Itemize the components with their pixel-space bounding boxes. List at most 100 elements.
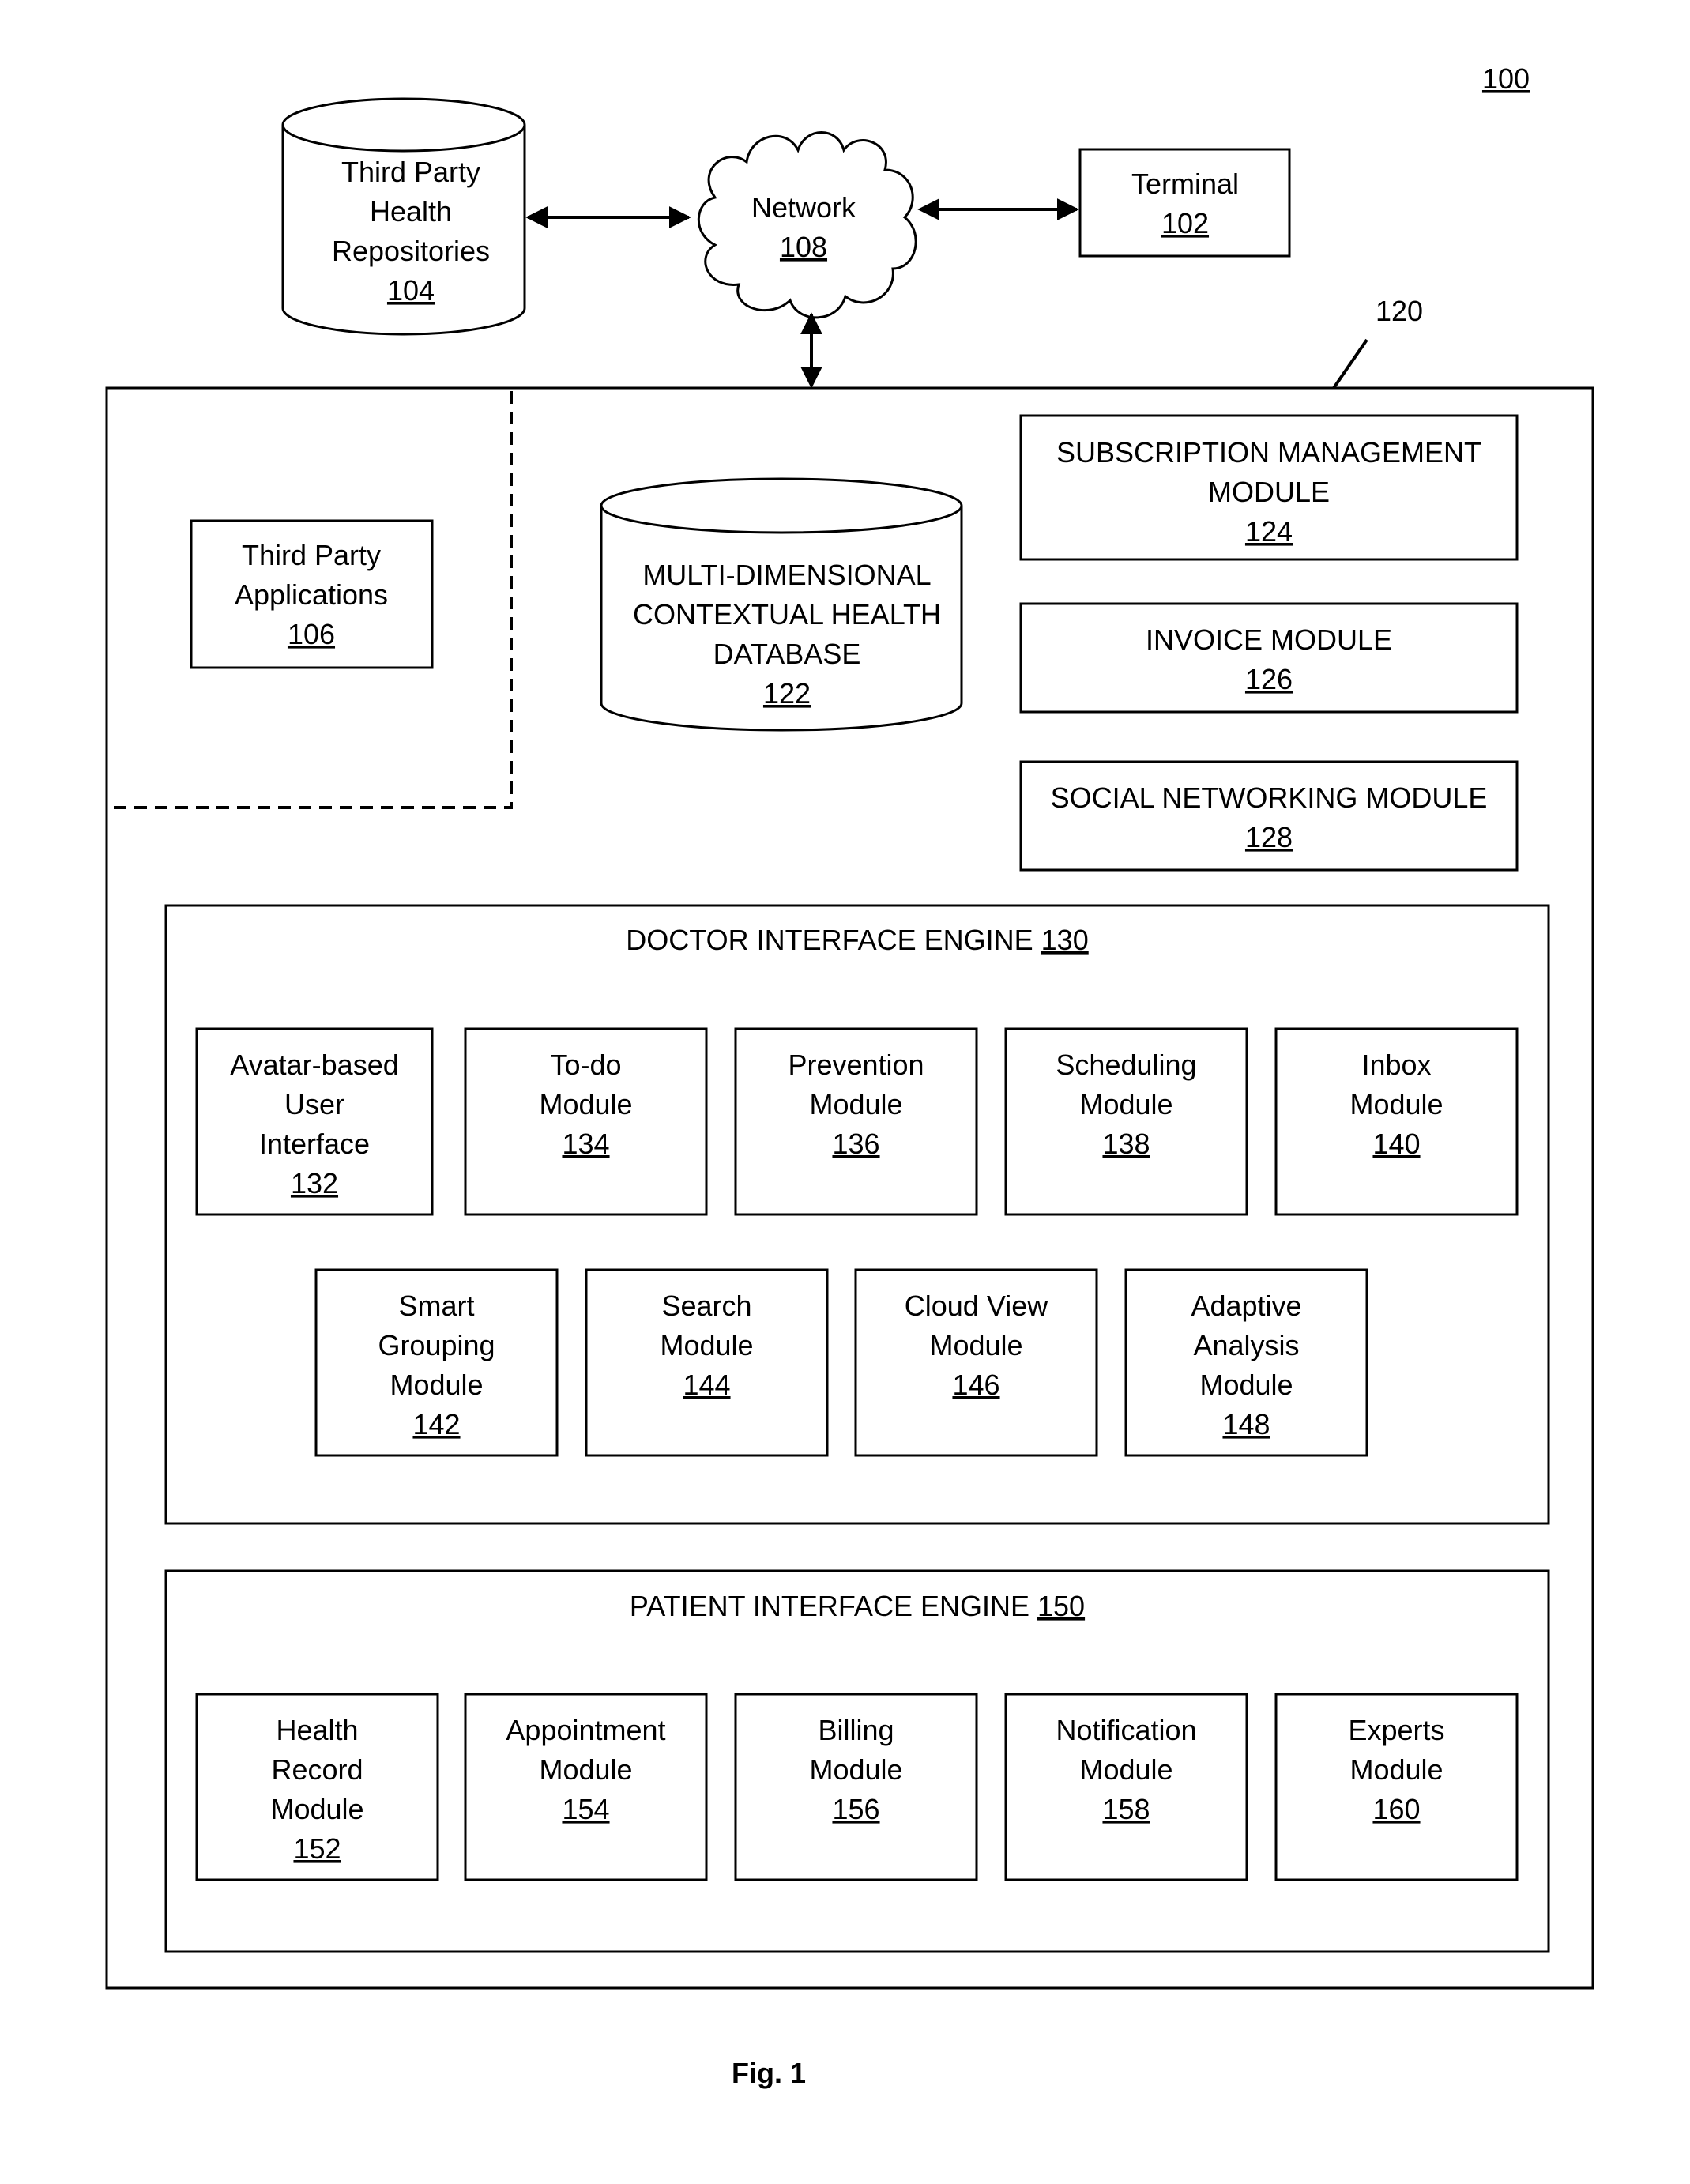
system-diagram: 100 Third Party Health Repositories 104 … <box>105 62 1594 2089</box>
subscription-label-line-2: MODULE <box>1208 476 1330 508</box>
cylinder-top <box>281 97 526 153</box>
module-label-line: Module <box>809 1088 902 1120</box>
terminal-ref: 102 <box>1161 207 1209 239</box>
database-label-line-1: MULTI-DIMENSIONAL <box>642 559 931 591</box>
module-label-line: Billing <box>818 1714 894 1746</box>
database-label-line-3: DATABASE <box>713 638 861 670</box>
module-label-line: User <box>284 1088 344 1120</box>
module-label-line: Module <box>390 1369 483 1401</box>
module-label-line: Module <box>1079 1088 1172 1120</box>
subscription-ref: 124 <box>1245 515 1293 548</box>
network-label: Network <box>751 191 856 224</box>
module-ref: 134 <box>562 1128 609 1160</box>
invoice-ref: 126 <box>1245 663 1293 695</box>
module-box-134[interactable]: To-do Module 134 <box>464 1027 708 1216</box>
module-box-160[interactable]: Experts Module 160 <box>1274 1693 1519 1881</box>
module-box-152[interactable]: Health Record Module 152 <box>195 1693 439 1881</box>
module-ref: 158 <box>1102 1793 1150 1825</box>
module-label-line: Module <box>539 1753 632 1786</box>
patient-interface-engine: PATIENT INTERFACE ENGINE 150 Health Recor… <box>164 1569 1550 1953</box>
module-box-156[interactable]: Billing Module 156 <box>734 1693 978 1881</box>
module-label-line: Interface <box>259 1128 370 1160</box>
third-party-health-repositories[interactable]: Third Party Health Repositories 104 <box>281 97 526 336</box>
module-label-line: Module <box>809 1753 902 1786</box>
module-ref: 160 <box>1372 1793 1420 1825</box>
module-ref: 142 <box>412 1408 460 1440</box>
module-label-line: Module <box>1349 1753 1443 1786</box>
module-label-line: Cloud View <box>905 1290 1048 1322</box>
module-label-line: Search <box>661 1290 751 1322</box>
system-reference-leader <box>1332 338 1368 390</box>
subscription-management-module[interactable]: SUBSCRIPTION MANAGEMENT MODULE 124 <box>1019 414 1519 561</box>
database-top <box>600 477 963 534</box>
repositories-ref: 104 <box>387 274 435 307</box>
repositories-label-line-2: Health <box>370 195 452 228</box>
module-box-136[interactable]: Prevention Module 136 <box>734 1027 978 1216</box>
module-ref: 154 <box>562 1793 609 1825</box>
module-label-line: Avatar-based <box>230 1049 398 1081</box>
module-ref: 148 <box>1222 1408 1270 1440</box>
invoice-label: INVOICE MODULE <box>1146 623 1392 656</box>
module-label-line: Smart <box>398 1290 474 1322</box>
module-box-140[interactable]: Inbox Module 140 <box>1274 1027 1519 1216</box>
module-ref: 144 <box>683 1369 730 1401</box>
terminal-label: Terminal <box>1131 168 1239 200</box>
module-ref: 156 <box>832 1793 879 1825</box>
module-label-line: Module <box>270 1793 363 1825</box>
module-ref: 140 <box>1372 1128 1420 1160</box>
module-label-line: Module <box>1349 1088 1443 1120</box>
module-box-154[interactable]: Appointment Module 154 <box>464 1693 708 1881</box>
figure-caption: Fig. 1 <box>732 2057 806 2089</box>
module-label-line: Grouping <box>378 1329 495 1361</box>
module-ref: 152 <box>293 1832 341 1865</box>
patient-engine-title: PATIENT INTERFACE ENGINE 150 <box>630 1590 1085 1622</box>
database-ref: 122 <box>763 677 811 710</box>
figure-reference: 100 <box>1482 62 1530 95</box>
module-label-line: Module <box>929 1329 1022 1361</box>
module-box-132[interactable]: Avatar-based User Interface 132 <box>195 1027 434 1216</box>
terminal-box[interactable]: Terminal 102 <box>1078 148 1291 258</box>
module-label-line: Experts <box>1348 1714 1444 1746</box>
apps-label-line-1: Third Party <box>242 539 381 571</box>
module-ref: 146 <box>952 1369 999 1401</box>
third-party-applications[interactable]: Third Party Applications 106 <box>190 519 434 669</box>
apps-label-line-2: Applications <box>235 578 388 611</box>
network-cloud[interactable]: Network 108 <box>697 131 917 319</box>
contextual-health-database[interactable]: MULTI-DIMENSIONAL CONTEXTUAL HEALTH DATA… <box>600 477 963 732</box>
repositories-label-line-1: Third Party <box>341 156 480 188</box>
repositories-label-line-3: Repositories <box>332 235 490 267</box>
apps-ref: 106 <box>288 618 335 650</box>
invoice-module[interactable]: INVOICE MODULE 126 <box>1019 602 1519 714</box>
module-label-line: Module <box>660 1329 753 1361</box>
module-box-144[interactable]: Search Module 144 <box>585 1268 829 1457</box>
doctor-interface-engine: DOCTOR INTERFACE ENGINE 130 Avatar-based… <box>164 904 1550 1525</box>
module-label-line: Analysis <box>1193 1329 1299 1361</box>
module-label-line: Module <box>1079 1753 1172 1786</box>
subscription-label-line-1: SUBSCRIPTION MANAGEMENT <box>1056 436 1481 469</box>
module-label-line: Adaptive <box>1191 1290 1301 1322</box>
module-label-line: Prevention <box>788 1049 924 1081</box>
module-ref: 138 <box>1102 1128 1150 1160</box>
module-label-line: Health <box>276 1714 358 1746</box>
module-label-line: Record <box>271 1753 363 1786</box>
social-networking-module[interactable]: SOCIAL NETWORKING MODULE 128 <box>1019 760 1519 872</box>
database-label-line-2: CONTEXTUAL HEALTH <box>633 598 941 631</box>
module-ref: 132 <box>291 1167 338 1199</box>
network-ref: 108 <box>780 231 827 263</box>
social-label: SOCIAL NETWORKING MODULE <box>1051 781 1488 814</box>
module-box-148[interactable]: Adaptive Analysis Module 148 <box>1124 1268 1368 1457</box>
module-box-158[interactable]: Notification Module 158 <box>1004 1693 1248 1881</box>
module-label-line: To-do <box>550 1049 621 1081</box>
cloud-icon <box>697 131 917 319</box>
module-label-line: Module <box>1199 1369 1293 1401</box>
module-label-line: Notification <box>1056 1714 1196 1746</box>
module-label-line: Inbox <box>1361 1049 1431 1081</box>
module-box-138[interactable]: Scheduling Module 138 <box>1004 1027 1248 1216</box>
module-label-line: Scheduling <box>1056 1049 1196 1081</box>
module-box-142[interactable]: Smart Grouping Module 142 <box>314 1268 559 1457</box>
module-ref: 136 <box>832 1128 879 1160</box>
module-box-146[interactable]: Cloud View Module 146 <box>854 1268 1098 1457</box>
module-label-line: Appointment <box>506 1714 665 1746</box>
system-reference: 120 <box>1376 295 1423 327</box>
module-label-line: Module <box>539 1088 632 1120</box>
